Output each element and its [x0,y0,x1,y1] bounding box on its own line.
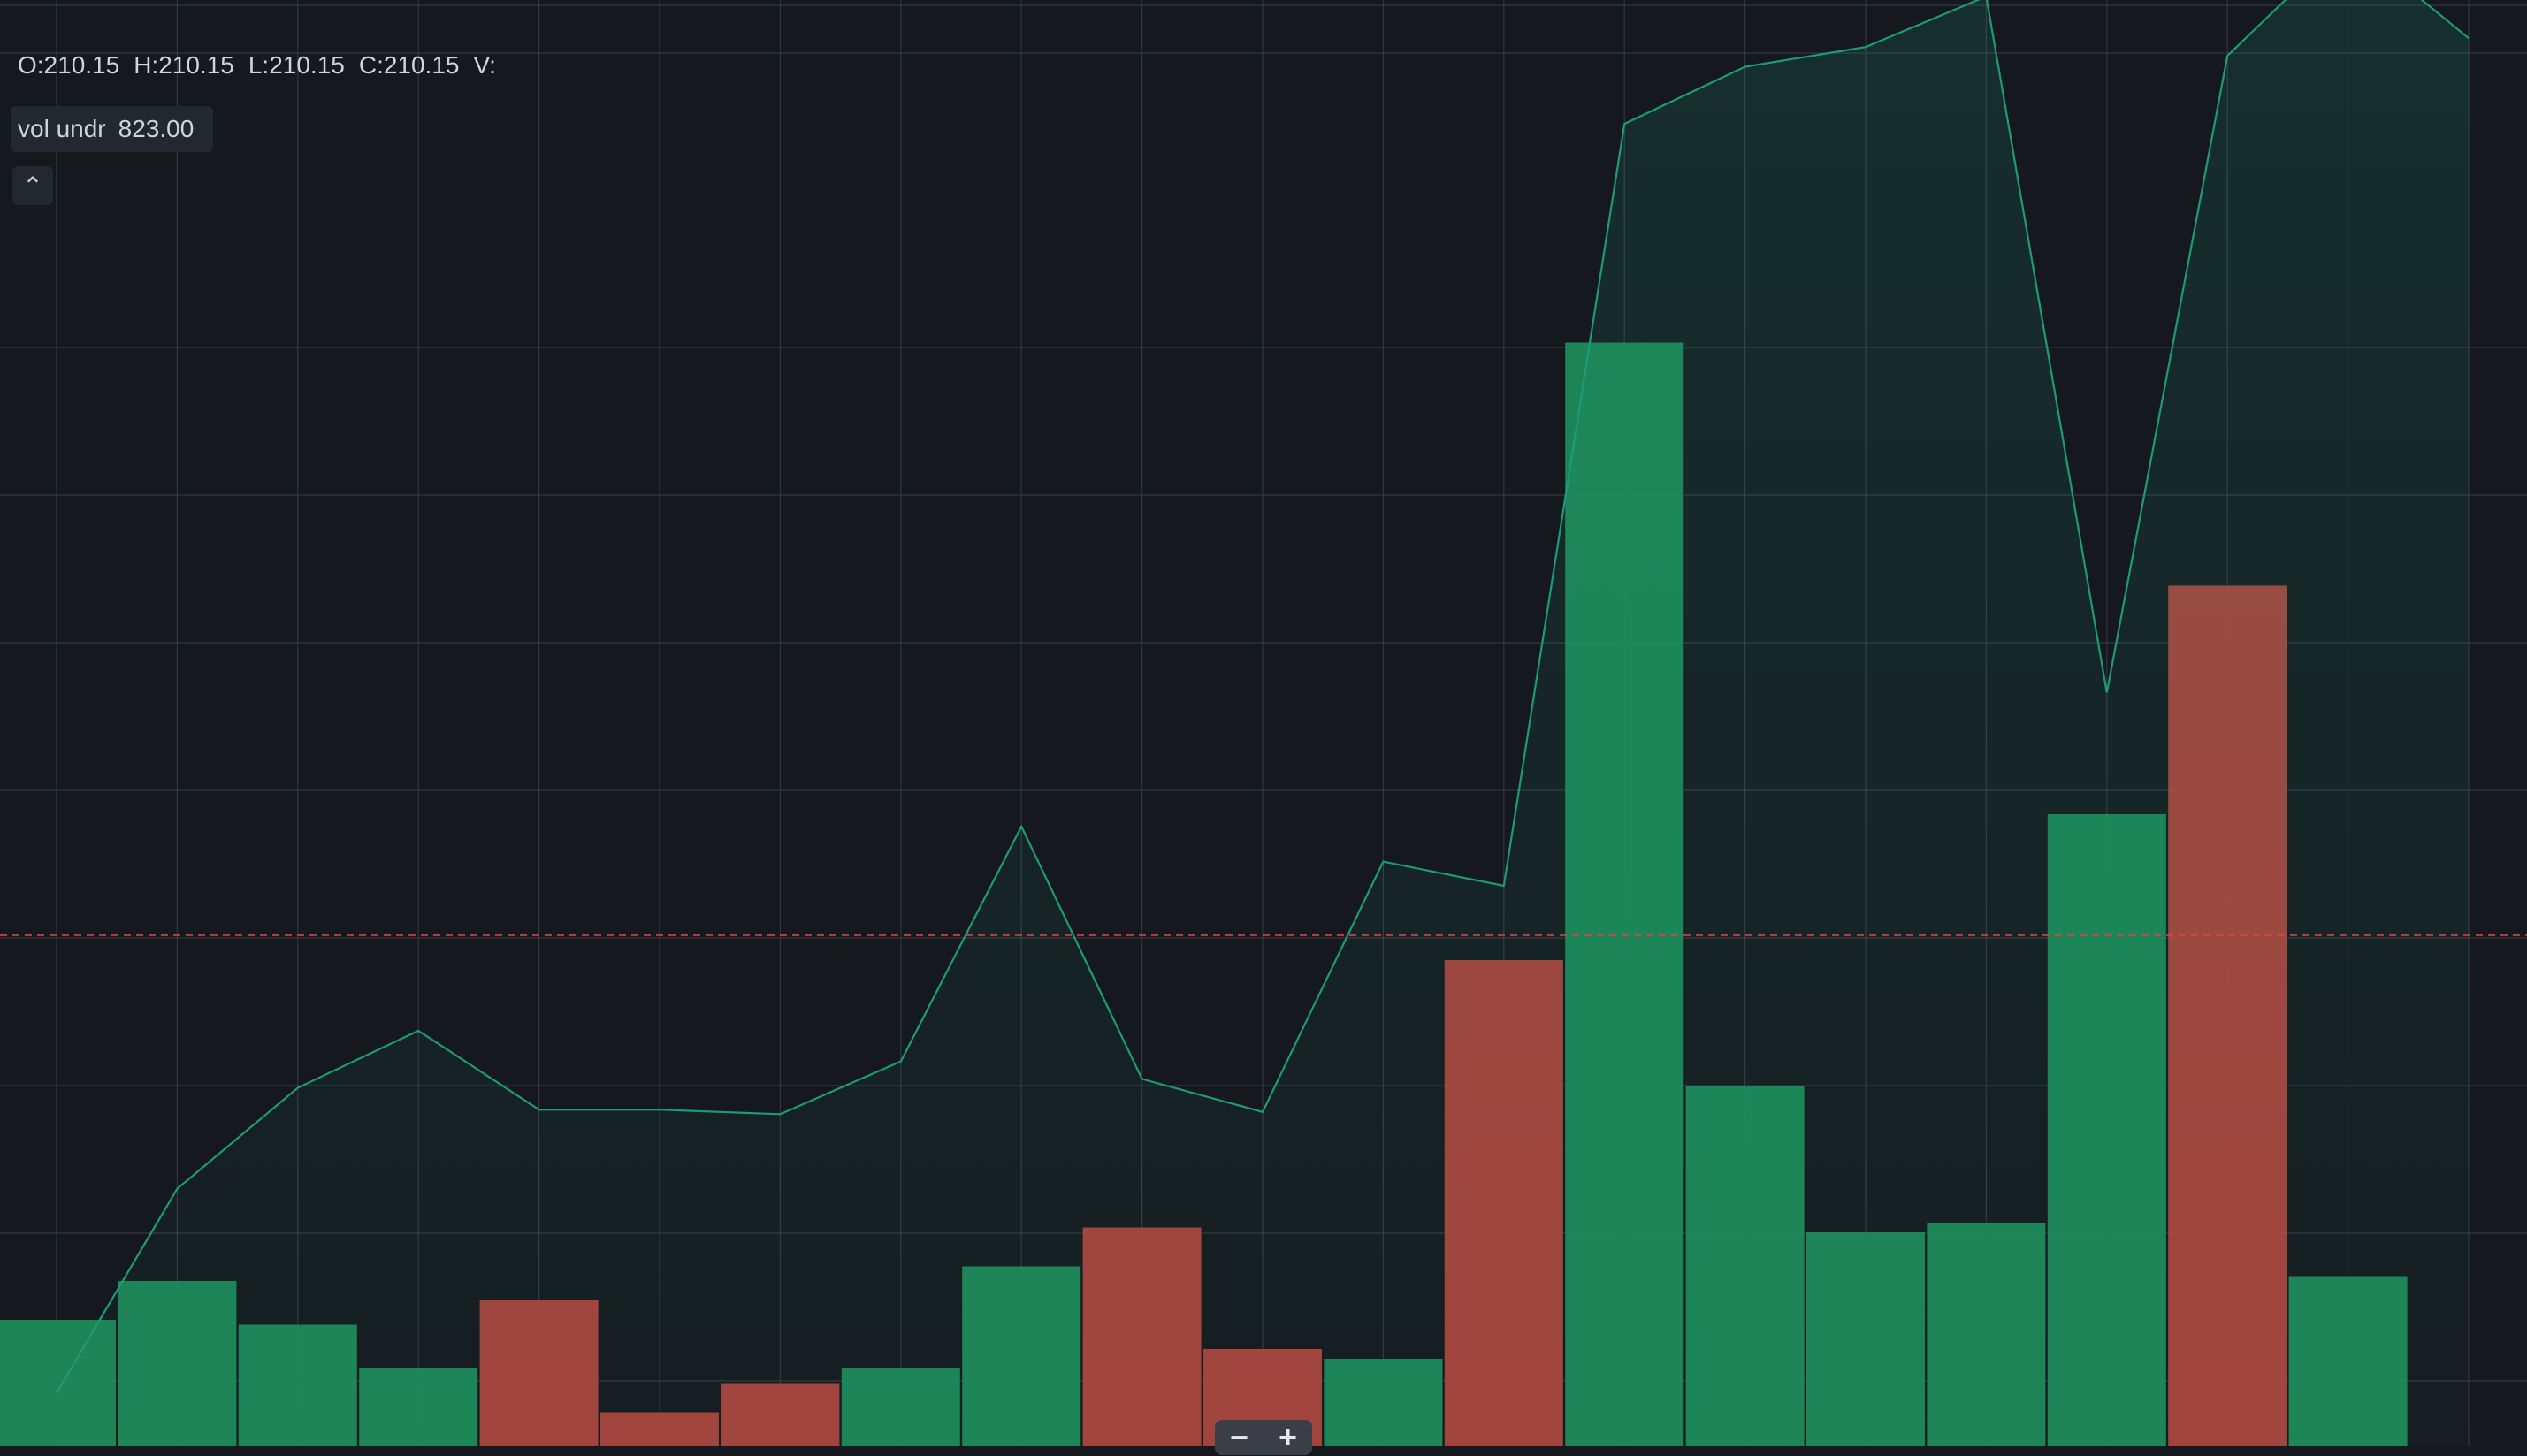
volume-indicator-legend[interactable]: vol undr 823.00 [11,106,214,152]
zoom-controls: − + [1215,1419,1312,1456]
close-value: C:210.15 [358,51,460,79]
collapse-legend-button[interactable]: ⌃ [12,166,53,205]
volume-indicator-name: vol undr [18,115,106,142]
price-volume-chart[interactable] [0,0,2527,1446]
open-value: O:210.15 [18,51,120,79]
high-value: H:210.15 [134,51,234,79]
volume-value: V: [473,51,496,79]
ohlc-legend: O:210.15 H:210.15 L:210.15 C:210.15 V: [18,51,510,80]
chevron-up-icon: ⌃ [22,172,43,200]
zoom-in-button[interactable]: + [1279,1419,1297,1456]
chart-area[interactable] [0,0,2527,1446]
zoom-out-button[interactable]: − [1230,1419,1248,1456]
low-value: L:210.15 [248,51,345,79]
volume-indicator-value: 823.00 [118,115,195,142]
